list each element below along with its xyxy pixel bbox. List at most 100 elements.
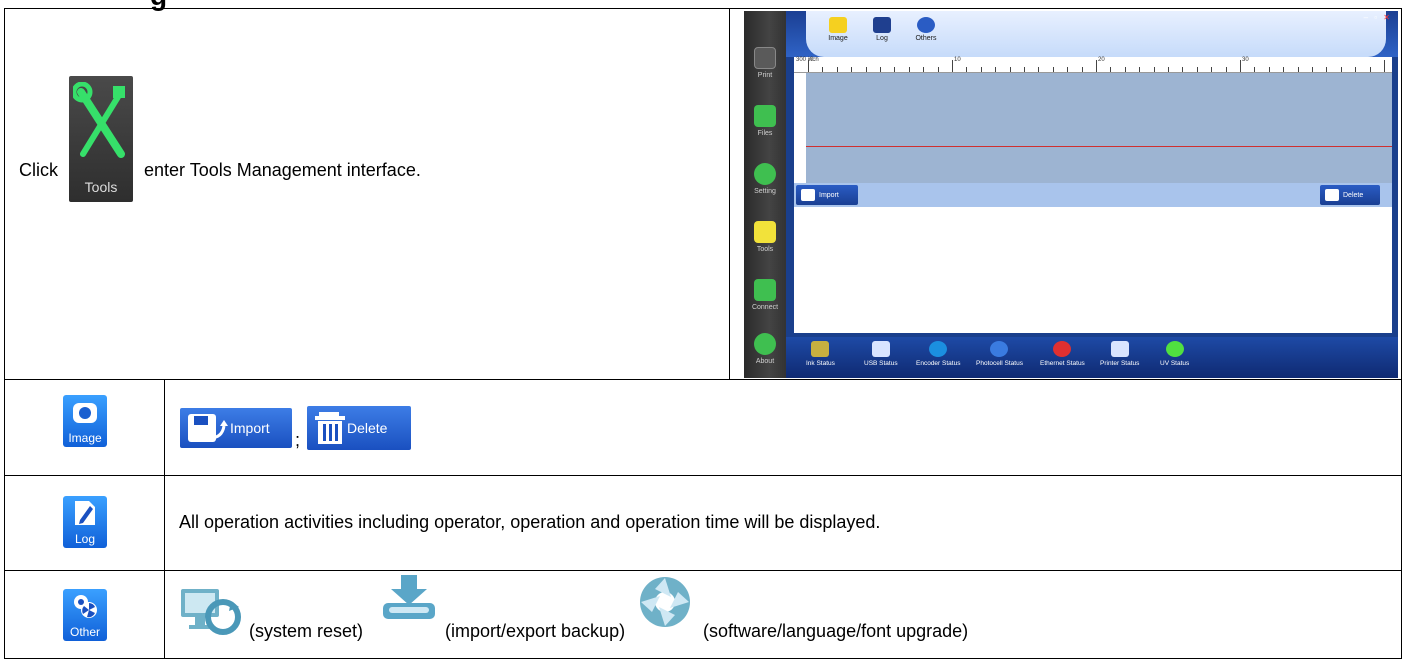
ruler-tick [966,67,968,72]
ruler-tick [822,67,824,72]
vertical-ruler [794,73,806,183]
tools-icon [754,221,776,243]
eye-icon [990,341,1009,357]
status-bar: Ink Status USB Status Encoder Status Pho… [786,337,1398,378]
others-icon [917,17,935,33]
top-btn-others: Others [912,17,940,42]
ruler-tick [1009,67,1011,72]
status-encoder: Encoder Status [916,341,960,367]
ruler-tick [1211,67,1213,72]
top-btn-log: Log [868,17,896,42]
info-icon [754,333,776,355]
image-icon-cell: Image [5,380,165,476]
ruler-tick [1254,67,1256,72]
gear-icon [754,163,776,185]
import-button[interactable]: Import [796,185,858,205]
sidebar-item-print: Print [744,41,786,95]
horizontal-ruler: 300 inch 0 10 20 30 [794,57,1392,73]
camera-icon [829,17,847,33]
ruler-tick [1196,67,1198,72]
sidebar-item-tools: Tools [744,215,786,269]
ruler-tick [1283,67,1285,72]
ruler-number: 20 [1098,57,1105,63]
files-icon [754,105,776,127]
intro-text: Click Tools enter Tools Management inter… [19,76,421,202]
document-pen-icon [75,501,95,525]
sidebar-item-setting: Setting [744,157,786,211]
upgrade-aperture-icon [640,577,690,627]
ruler-tick [1067,67,1069,72]
delete-button[interactable]: Delete [1320,185,1380,205]
status-ink: Ink Status [806,341,835,367]
ruler-tick [1168,67,1169,72]
image-desc-cell: Import ; Delete [165,380,1401,476]
sidebar-item-about: About [744,327,786,378]
uv-icon [1165,341,1184,357]
status-photocell: Photocell Status [976,341,1023,367]
other-icon-cell: Other [5,571,165,658]
log-desc-cell: All operation activities including opera… [165,476,1401,571]
image-icon: Image [63,395,107,447]
ruler-number: 10 [954,57,961,63]
floppy-icon [801,189,815,201]
ruler-tick [1340,67,1342,72]
log-icon [873,17,891,33]
ink-icon [811,341,830,357]
encoder-icon [929,341,948,357]
other-icon: Other [63,589,107,641]
top-btn-image: Image [824,17,852,42]
import-button[interactable]: Import [180,408,292,448]
usb-icon [871,341,890,357]
ruler-tick [1139,67,1141,72]
ruler-tick [865,67,867,72]
printer-status-icon [1110,341,1129,357]
log-icon-cell: Log [5,476,165,571]
status-ethernet: Ethernet Status [1040,341,1085,367]
ruler-tick [1297,67,1299,72]
other-desc-cell: (system reset) (import/export backup) (s… [165,571,1401,658]
ruler-number: 0 [810,57,814,63]
app-sidebar: Print Files Setting Tools Connect About [744,11,786,378]
ruler-tick [1240,60,1241,72]
ruler-tick [1096,60,1097,72]
ruler-tick [1384,60,1385,72]
ruler-tick [980,67,982,72]
ruler-tick [1124,67,1126,72]
ruler-tick [1038,67,1040,72]
settings-radiation-icon [74,595,97,618]
tools-icon: Tools [69,76,133,202]
camera-icon [73,403,97,423]
ruler-tick [851,67,853,72]
ruler-tick [923,67,925,72]
window-controls: – ▫ ✕ [1363,13,1392,22]
delete-button[interactable]: Delete [307,406,411,450]
ruler-tick [1081,67,1083,72]
log-icon: Log [63,496,107,548]
status-usb: USB Status [864,341,898,367]
ruler-tick [808,60,809,72]
trash-icon [1325,189,1339,201]
floppy-import-icon [188,414,228,442]
ruler-tick [1225,67,1227,72]
print-canvas: 300 inch 0 10 20 30 [794,57,1392,183]
ruler-tick [894,67,896,72]
ruler-tick [1153,67,1155,72]
sidebar-item-connect: Connect [744,273,786,327]
network-icon [754,279,776,301]
trash-icon [315,412,345,444]
ruler-tick [995,67,997,72]
ruler-tick [937,67,939,72]
hand-icon [1053,341,1072,357]
ruler-tick [1369,67,1371,72]
ruler-number: 30 [1242,57,1249,63]
ruler-tick [952,60,953,72]
ruler-tick [1268,67,1270,72]
ruler-tick [1182,67,1184,72]
tools-table: Click Tools enter Tools Management inter… [4,8,1402,659]
print-head-line [806,146,1392,147]
ruler-tick [1326,67,1328,72]
printer-icon [754,47,776,69]
ruler-tick [1052,67,1054,72]
ruler-tick [1312,67,1313,72]
system-reset-icon [181,589,241,635]
